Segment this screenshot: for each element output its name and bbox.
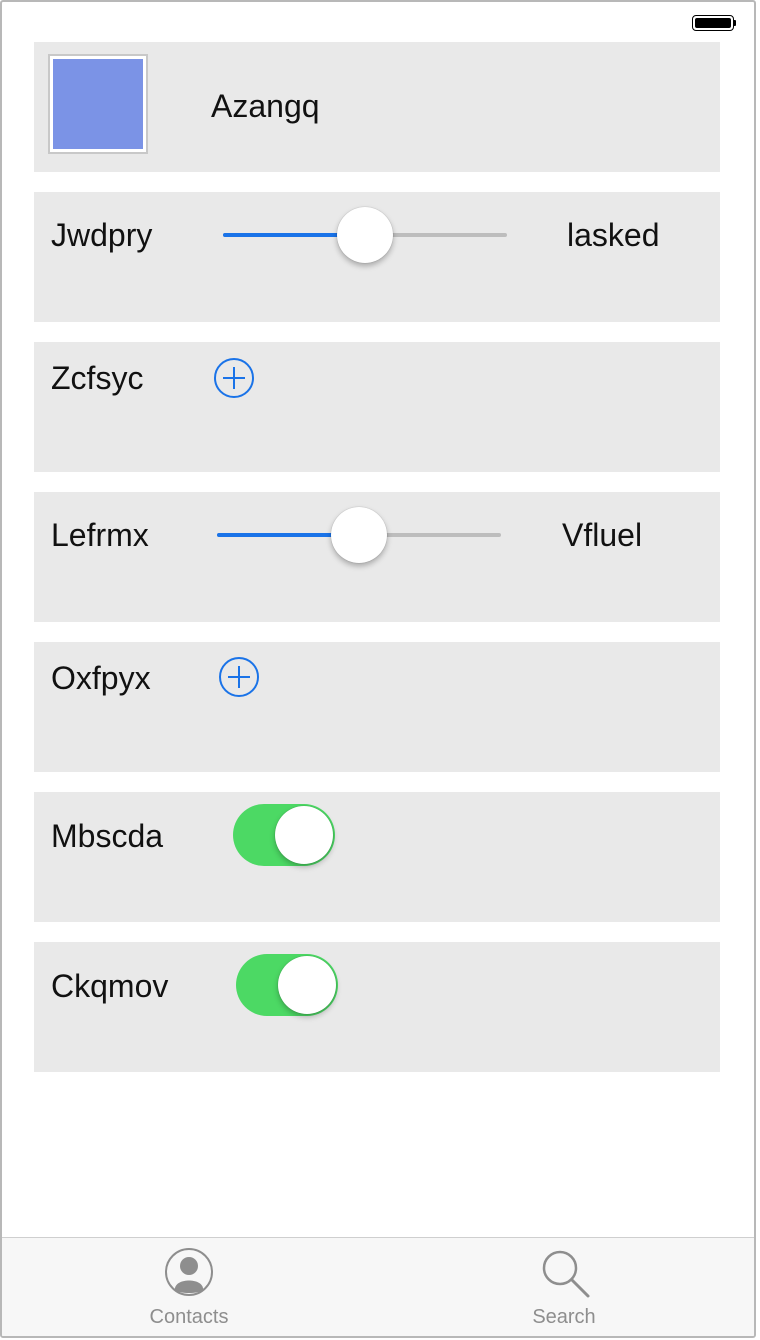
toggle-switch-mbscda[interactable] [233, 804, 335, 866]
row-label: Oxfpyx [51, 660, 151, 696]
row-jwdpry: Jwdpry lasked [34, 192, 720, 322]
row-azangq: Azangq [34, 42, 720, 172]
tab-contacts-label: Contacts [149, 1306, 229, 1328]
image-thumbnail[interactable] [48, 54, 148, 154]
toggle-knob [278, 956, 336, 1014]
tab-search[interactable]: Search [464, 1238, 664, 1336]
app-screen: Azangq Jwdpry lasked Zcfsyc Lefrmx Vflue… [0, 0, 756, 1338]
toggle-switch-ckqmov[interactable] [236, 954, 338, 1016]
row-label: Jwdpry [51, 217, 153, 253]
tab-bar: Contacts Search [2, 1237, 754, 1336]
row-label: Zcfsyc [51, 360, 144, 396]
row-oxfpyx: Oxfpyx [34, 642, 720, 772]
tab-search-label: Search [532, 1306, 596, 1328]
row-ckqmov: Ckqmov [34, 942, 720, 1072]
row-lefrmx: Lefrmx Vfluel [34, 492, 720, 622]
slider-value-label: Vfluel [562, 517, 643, 553]
plus-circle-icon[interactable] [219, 657, 259, 697]
slider-jwdpry[interactable] [223, 205, 507, 265]
plus-circle-icon[interactable] [214, 358, 254, 398]
row-mbscda: Mbscda [34, 792, 720, 922]
slider-knob[interactable] [331, 507, 387, 563]
row-label: Lefrmx [51, 517, 149, 553]
row-label: Ckqmov [51, 968, 169, 1004]
toggle-knob [275, 806, 333, 864]
battery-full-icon [692, 15, 736, 33]
slider-value-label: lasked [567, 217, 660, 253]
slider-lefrmx[interactable] [217, 505, 501, 565]
image-swatch [53, 59, 143, 149]
row-label: Azangq [211, 88, 320, 124]
contacts-icon [165, 1248, 213, 1296]
search-icon [542, 1250, 590, 1298]
tab-contacts[interactable]: Contacts [89, 1238, 289, 1336]
slider-knob[interactable] [337, 207, 393, 263]
row-label: Mbscda [51, 818, 164, 854]
row-zcfsyc: Zcfsyc [34, 342, 720, 472]
